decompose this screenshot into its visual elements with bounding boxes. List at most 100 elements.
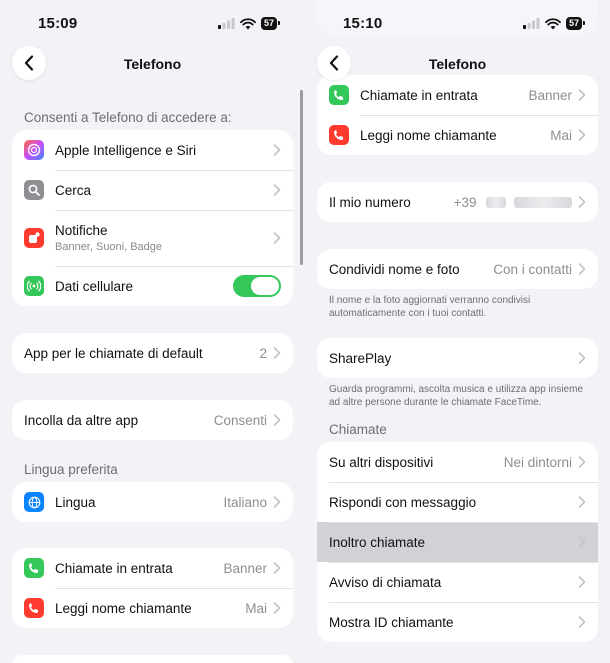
siri-label: Apple Intelligence e Siri <box>55 142 197 158</box>
shareplay-footnote: Guarda programmi, ascolta musica e utili… <box>329 384 583 408</box>
right-screen: 15:10 57 Chiamate in entrata Banner Legg… <box>305 0 610 663</box>
announce-caller-value: Mai <box>245 600 267 616</box>
my-number-group: Il mio numero +39 <box>317 182 598 222</box>
chevron-right-icon <box>578 89 586 101</box>
next-group-peek <box>12 655 293 663</box>
share-group: Condividi nome e foto Con i contatti <box>317 249 598 289</box>
call-waiting-row[interactable]: Avviso di chiamata <box>317 562 598 602</box>
status-time: 15:09 <box>38 15 78 32</box>
other-devices-row[interactable]: Su altri dispositivi Nei dintorni <box>317 442 598 482</box>
chevron-right-icon <box>578 576 586 588</box>
paste-value: Consenti <box>213 412 267 428</box>
chevron-right-icon <box>273 232 281 244</box>
cellular-row: Dati cellulare <box>12 266 293 306</box>
redacted-number <box>486 197 507 209</box>
signal-icon <box>218 18 235 29</box>
notifications-row[interactable]: Notifiche Banner, Suoni, Badge <box>12 210 293 266</box>
respond-with-text-label: Rispondi con messaggio <box>329 494 477 510</box>
search-icon <box>24 180 44 200</box>
call-waiting-label: Avviso di chiamata <box>329 574 442 590</box>
language-row[interactable]: Lingua Italiano <box>12 482 293 522</box>
chevron-right-icon <box>578 129 586 141</box>
chevron-right-icon <box>578 196 586 208</box>
call-settings-group: Su altri dispositivi Nei dintorni Rispon… <box>317 442 598 642</box>
show-caller-id-label: Mostra ID chiamante <box>329 614 454 630</box>
chevron-right-icon <box>273 562 281 574</box>
search-row[interactable]: Cerca <box>12 170 293 210</box>
access-section-header: Consenti a Telefono di accedere a: <box>24 110 232 125</box>
language-value: Italiano <box>223 494 267 510</box>
paste-row[interactable]: Incolla da altre app Consenti <box>12 400 293 440</box>
battery-icon: 57 <box>565 17 586 30</box>
chevron-right-icon <box>273 496 281 508</box>
siri-icon <box>24 140 44 160</box>
my-number-label: Il mio numero <box>329 194 411 210</box>
other-devices-label: Su altri dispositivi <box>329 454 434 470</box>
chevron-right-icon <box>273 602 281 614</box>
paste-label: Incolla da altre app <box>24 412 139 428</box>
call-forwarding-label: Inoltro chiamate <box>329 534 426 550</box>
paste-group: Incolla da altre app Consenti <box>12 400 293 440</box>
page-title: Telefono <box>123 56 182 72</box>
battery-icon: 57 <box>260 17 281 30</box>
incoming-calls-row[interactable]: Chiamate in entrata Banner <box>12 548 293 588</box>
status-bar: 15:10 57 <box>305 0 610 48</box>
chevron-right-icon <box>578 536 586 548</box>
language-group: Lingua Italiano <box>12 482 293 522</box>
incoming-call-icon <box>329 85 349 105</box>
other-devices-value: Nei dintorni <box>503 454 572 470</box>
calls-group-right: Chiamate in entrata Banner Leggi nome ch… <box>317 75 598 155</box>
chevron-right-icon <box>273 144 281 156</box>
chevron-right-icon <box>578 352 586 364</box>
share-value: Con i contatti <box>493 261 572 277</box>
chevron-right-icon <box>273 414 281 426</box>
scrollbar[interactable] <box>300 90 303 265</box>
notification-icon <box>24 228 44 248</box>
wifi-icon <box>545 18 561 30</box>
notifications-sublabel: Banner, Suoni, Badge <box>55 241 163 253</box>
default-app-value: 2 <box>259 345 267 361</box>
incoming-calls-label: Chiamate in entrata <box>360 87 478 103</box>
chevron-right-icon <box>578 496 586 508</box>
default-app-group: App per le chiamate di default 2 <box>12 333 293 373</box>
siri-row[interactable]: Apple Intelligence e Siri <box>12 130 293 170</box>
incoming-calls-value: Banner <box>223 560 267 576</box>
chevron-right-icon <box>273 184 281 196</box>
shareplay-group: SharePlay <box>317 338 598 378</box>
left-screen: 15:09 57 Telefono Consenti a Telefono di… <box>0 0 305 663</box>
announce-caller-row[interactable]: Leggi nome chiamante Mai <box>317 115 598 155</box>
show-caller-id-row[interactable]: Mostra ID chiamante <box>317 602 598 642</box>
my-number-row[interactable]: Il mio numero +39 <box>317 182 598 222</box>
chevron-right-icon <box>273 347 281 359</box>
calls-section-header: Chiamate <box>329 422 387 437</box>
calls-group-left: Chiamate in entrata Banner Leggi nome ch… <box>12 548 293 628</box>
signal-icon <box>523 18 540 29</box>
share-name-photo-row[interactable]: Condividi nome e foto Con i contatti <box>317 249 598 289</box>
my-number-value: +39 <box>454 195 572 210</box>
default-app-label: App per le chiamate di default <box>24 345 203 361</box>
cellular-toggle[interactable] <box>233 275 281 297</box>
announce-caller-label: Leggi nome chiamante <box>55 600 192 616</box>
chevron-right-icon <box>578 456 586 468</box>
notifications-label: Notifiche <box>55 223 108 238</box>
shareplay-label: SharePlay <box>329 350 392 366</box>
announce-caller-icon <box>329 125 349 145</box>
wifi-icon <box>240 18 256 30</box>
call-forwarding-row[interactable]: Inoltro chiamate <box>317 522 598 562</box>
page-title: Telefono <box>428 56 487 72</box>
incoming-call-icon <box>24 558 44 578</box>
respond-with-text-row[interactable]: Rispondi con messaggio <box>317 482 598 522</box>
incoming-calls-value: Banner <box>528 87 572 103</box>
language-label: Lingua <box>55 494 96 510</box>
incoming-calls-label: Chiamate in entrata <box>55 560 173 576</box>
announce-caller-row[interactable]: Leggi nome chiamante Mai <box>12 588 293 628</box>
chevron-right-icon <box>578 263 586 275</box>
announce-caller-label: Leggi nome chiamante <box>360 127 497 143</box>
status-bar: 15:09 57 <box>0 0 305 48</box>
chevron-right-icon <box>578 616 586 628</box>
default-app-row[interactable]: App per le chiamate di default 2 <box>12 333 293 373</box>
globe-icon <box>24 492 44 512</box>
cellular-icon <box>24 276 44 296</box>
status-time: 15:10 <box>343 15 383 32</box>
shareplay-row[interactable]: SharePlay <box>317 338 598 378</box>
